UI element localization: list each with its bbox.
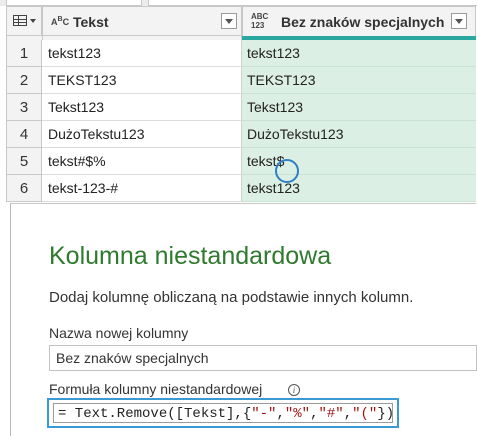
highlight-circle: [275, 159, 299, 183]
formula-string: "-": [251, 406, 277, 422]
table-row: 4 DużoTekstu123 DużoTekstu123: [6, 121, 476, 148]
row-number[interactable]: 3: [6, 94, 42, 121]
cell-bez-znakow[interactable]: tekst123: [242, 175, 476, 202]
column-header-bez-znakow[interactable]: ABC 123 Bez znaków specjalnych: [242, 6, 476, 36]
table-row: 3 Tekst123 Tekst123: [6, 94, 476, 121]
row-number[interactable]: 6: [6, 175, 42, 202]
row-number[interactable]: 1: [6, 40, 42, 67]
formula-separator: ,: [276, 406, 285, 422]
formula-code: = Text.Remove([Tekst],{: [58, 406, 252, 422]
row-number[interactable]: 5: [6, 148, 42, 175]
table-row: 5 tekst#$% tekst$: [6, 148, 476, 175]
table-row: 2 TEKST123 TEKST123: [6, 67, 476, 94]
abc-type-icon[interactable]: ABC: [51, 15, 69, 27]
dialog-description: Dodaj kolumnę obliczaną na podstawie inn…: [49, 289, 414, 306]
table-row: 1 tekst123 tekst123: [6, 40, 476, 67]
dialog-title: Kolumna niestandardowa: [49, 242, 332, 270]
cell-bez-znakow[interactable]: TEKST123: [242, 67, 476, 94]
custom-column-dialog: Kolumna niestandardowa Dodaj kolumnę obl…: [10, 203, 477, 436]
column-header-label: Tekst: [73, 14, 109, 30]
formula-highlight: = Text.Remove([Tekst],{"-","%","#","("}): [47, 398, 399, 428]
cell-tekst[interactable]: tekst#$%: [42, 148, 242, 175]
cell-tekst[interactable]: TEKST123: [42, 67, 242, 94]
data-grid: ABC Tekst ABC 123 Bez znaków specjalnych …: [6, 6, 476, 202]
formula-editor[interactable]: = Text.Remove([Tekst],{"-","%","#","("}): [53, 403, 393, 423]
formula-string: "#": [318, 406, 344, 422]
column-header-label: Bez znaków specjalnych: [281, 14, 445, 30]
table-row: 6 tekst-123-# tekst123: [6, 175, 476, 202]
row-number[interactable]: 4: [6, 121, 42, 148]
table-icon[interactable]: [13, 15, 27, 26]
abc123-type-icon[interactable]: ABC 123: [251, 12, 268, 30]
chevron-down-icon[interactable]: [30, 19, 36, 23]
info-icon[interactable]: i: [288, 384, 300, 396]
filter-dropdown-icon[interactable]: [221, 13, 237, 29]
cell-tekst[interactable]: tekst-123-#: [42, 175, 242, 202]
column-header-tekst[interactable]: ABC Tekst: [42, 6, 242, 36]
formula-code: }): [377, 406, 393, 422]
filter-dropdown-icon[interactable]: [451, 13, 467, 29]
cell-bez-znakow[interactable]: Tekst123: [242, 94, 476, 121]
row-number[interactable]: 2: [6, 67, 42, 94]
formula-separator: ,: [343, 406, 353, 422]
formula-string: "%": [284, 406, 311, 422]
grid-corner-menu[interactable]: [6, 6, 42, 36]
column-name-label: Nazwa nowej kolumny: [49, 325, 189, 341]
cell-tekst[interactable]: tekst123: [42, 40, 242, 67]
cell-bez-znakow[interactable]: DużoTekstu123: [242, 121, 476, 148]
cell-tekst[interactable]: Tekst123: [42, 94, 242, 121]
column-name-input[interactable]: [49, 345, 477, 371]
cell-bez-znakow[interactable]: tekst123: [242, 40, 476, 67]
formula-label: Formuła kolumny niestandardowej: [49, 381, 263, 397]
formula-string: "(": [352, 406, 378, 422]
cell-tekst[interactable]: DużoTekstu123: [42, 121, 242, 148]
type-icon-top: ABC: [251, 12, 269, 21]
type-icon-bottom: 123: [251, 21, 265, 30]
